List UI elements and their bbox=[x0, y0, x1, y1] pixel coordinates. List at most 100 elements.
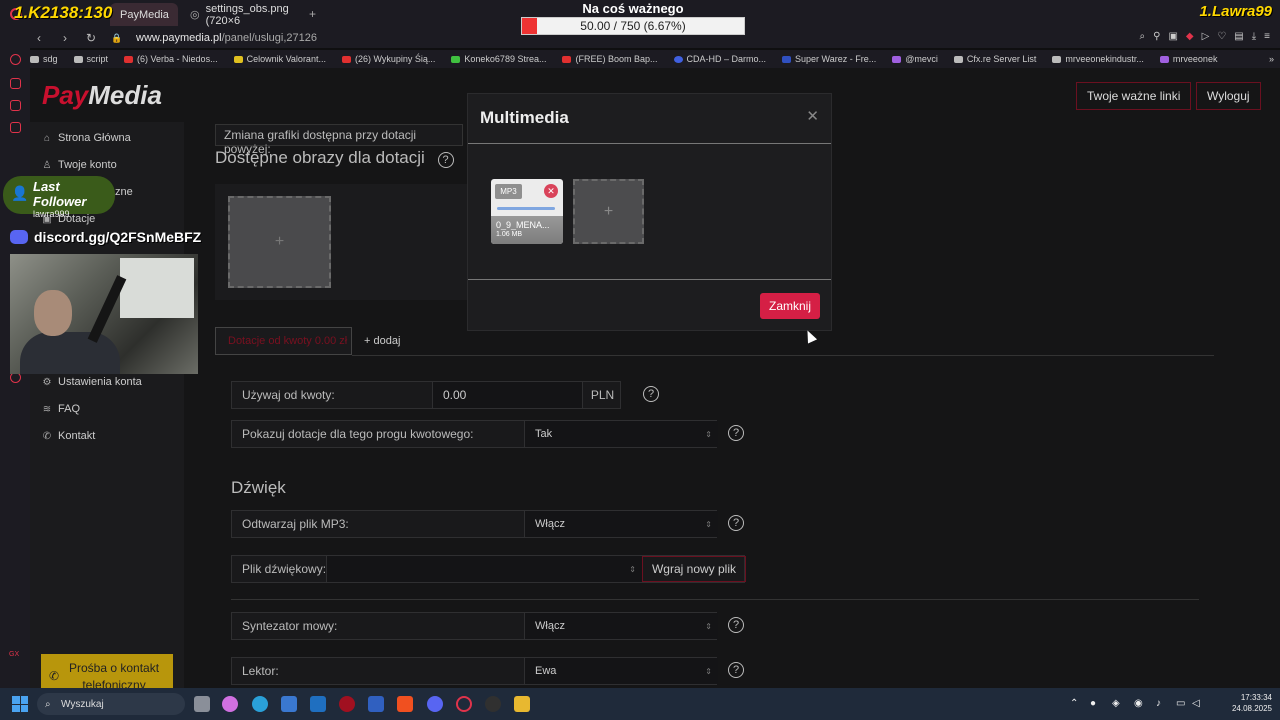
taskbar-search[interactable]: ⌕ Wyszukaj bbox=[37, 693, 185, 715]
play-icon[interactable]: ▷ bbox=[1202, 31, 1210, 42]
close-icon[interactable]: ✕ bbox=[806, 107, 819, 125]
close-modal-button[interactable]: Zamknij bbox=[760, 293, 820, 319]
upload-file-button[interactable]: Wgraj nowy plik bbox=[642, 556, 746, 582]
zoom-icon[interactable]: ⌕ bbox=[1140, 31, 1146, 42]
copilot-icon[interactable] bbox=[222, 696, 238, 712]
add-file-slot[interactable]: + bbox=[573, 179, 644, 244]
edge-icon[interactable] bbox=[252, 696, 268, 712]
outlook-icon[interactable] bbox=[310, 696, 326, 712]
logout-button[interactable]: Wyloguj bbox=[1196, 82, 1261, 110]
menu-icon[interactable]: ≡ bbox=[1264, 31, 1270, 42]
instagram-icon[interactable] bbox=[10, 78, 21, 89]
app-icon[interactable] bbox=[368, 696, 384, 712]
bookmark[interactable]: mrveeonek bbox=[1159, 54, 1217, 64]
bookmark-label: (26) Wykupiny Śią... bbox=[354, 54, 436, 64]
microphone-icon[interactable]: ♪ bbox=[1156, 699, 1166, 709]
bookmark[interactable]: script bbox=[73, 54, 109, 64]
url-field[interactable]: www.paymedia.pl/panel/uslugi,27126 bbox=[136, 32, 317, 44]
store-icon[interactable] bbox=[281, 696, 297, 712]
sidebar-item-settings[interactable]: ⚙ Ustawienia konta bbox=[42, 376, 142, 388]
windows-start-icon[interactable] bbox=[12, 696, 28, 712]
bookmark[interactable]: Koneko6789 Strea... bbox=[451, 54, 546, 64]
toolbar-icons: ⌕ ⚲ ▣ ◆ ▷ ♡ ▤ ⤓ ≡ bbox=[1140, 31, 1270, 42]
tray-app-icon[interactable]: ◈ bbox=[1112, 699, 1122, 709]
bookmark[interactable]: (FREE) Boom Bap... bbox=[562, 54, 658, 64]
webcam-person-body bbox=[20, 332, 120, 374]
sidebar-item-home[interactable]: ⌂ Strona Główna bbox=[42, 132, 131, 144]
add-threshold-tab[interactable]: + dodaj bbox=[364, 327, 400, 355]
bookmark[interactable]: Celownik Valorant... bbox=[233, 54, 326, 64]
shield-icon[interactable]: ◆ bbox=[1186, 31, 1194, 42]
bookmark[interactable]: Cfx.re Server List bbox=[953, 54, 1037, 64]
app-icon[interactable] bbox=[339, 696, 355, 712]
bookmark[interactable]: mrveeonekindustr... bbox=[1052, 54, 1144, 64]
more-bookmarks-icon[interactable]: » bbox=[1269, 54, 1274, 64]
network-icon[interactable]: ▭ bbox=[1176, 699, 1186, 709]
opera-gx-icon[interactable] bbox=[456, 696, 472, 712]
pin-icon[interactable]: ⚲ bbox=[1153, 31, 1160, 42]
camera-icon[interactable]: ▣ bbox=[1168, 31, 1177, 42]
help-icon[interactable]: ? bbox=[728, 617, 744, 633]
tab-settings-obs[interactable]: ◎ settings_obs.png (720×6 bbox=[180, 3, 330, 27]
music-icon[interactable] bbox=[10, 122, 21, 133]
task-view-icon[interactable] bbox=[194, 696, 210, 712]
download-icon[interactable]: ⤓ bbox=[1252, 31, 1256, 42]
select-value: Włącz bbox=[535, 518, 565, 530]
steam-icon[interactable]: ● bbox=[1090, 699, 1100, 709]
reload-icon[interactable]: ↻ bbox=[82, 29, 100, 47]
currency-text: PLN bbox=[590, 388, 615, 402]
sidebar-item-faq[interactable]: ≋ FAQ bbox=[42, 403, 80, 415]
amount-input[interactable]: 0.00 bbox=[432, 382, 582, 408]
volume-icon[interactable]: ◁ bbox=[1192, 699, 1202, 709]
messenger-icon[interactable] bbox=[10, 100, 21, 111]
help-icon[interactable]: ? bbox=[728, 515, 744, 531]
site-icon bbox=[782, 55, 792, 63]
wallet-icon[interactable]: ▤ bbox=[1234, 31, 1243, 42]
chevron-up-icon[interactable]: ⌃ bbox=[1070, 699, 1080, 709]
bookmark[interactable]: @mevci bbox=[892, 54, 938, 64]
threshold-tab[interactable]: Dotacje od kwoty 0.00 zł bbox=[215, 327, 352, 355]
sidebar-item-contact[interactable]: ✆ Kontakt bbox=[42, 430, 96, 442]
obs-icon[interactable] bbox=[485, 696, 501, 712]
sound-file-select[interactable] bbox=[326, 556, 642, 582]
lector-select[interactable]: Ewa bbox=[524, 658, 718, 684]
discord-icon[interactable] bbox=[427, 696, 443, 712]
show-threshold-select[interactable]: Tak bbox=[524, 421, 718, 447]
new-tab-icon[interactable]: + bbox=[309, 7, 316, 21]
add-image-slot[interactable]: + bbox=[228, 196, 331, 288]
bookmark-label: script bbox=[86, 54, 109, 64]
forward-icon[interactable]: › bbox=[56, 29, 74, 47]
discord-tray-icon[interactable]: ◉ bbox=[1134, 699, 1144, 709]
tts-select[interactable]: Włącz bbox=[524, 613, 718, 639]
sidebar-item-partial[interactable]: zne bbox=[115, 186, 133, 198]
logo-media: Media bbox=[88, 80, 162, 110]
file-explorer-icon[interactable] bbox=[514, 696, 530, 712]
bookmark[interactable]: (6) Verba - Niedos... bbox=[124, 54, 218, 64]
brave-icon[interactable] bbox=[397, 696, 413, 712]
help-icon[interactable]: ? bbox=[728, 425, 744, 441]
bookmark[interactable]: CDA-HD – Darmo... bbox=[673, 54, 766, 64]
vpn-icon[interactable] bbox=[10, 54, 21, 65]
show-threshold-row: Pokazuj dotacje dla tego progu kwotowego… bbox=[231, 420, 718, 448]
help-icon[interactable]: ? bbox=[437, 152, 454, 168]
bookmark[interactable]: sdg bbox=[30, 54, 58, 64]
bookmark[interactable]: (26) Wykupiny Śią... bbox=[341, 54, 436, 64]
paymedia-logo[interactable]: PayMedia bbox=[42, 80, 162, 111]
heart-icon[interactable]: ♡ bbox=[1217, 31, 1226, 42]
remove-file-icon[interactable]: ✕ bbox=[544, 184, 558, 198]
help-icon[interactable]: ? bbox=[643, 386, 659, 402]
bookmark-label: mrveeonekindustr... bbox=[1065, 54, 1144, 64]
mp3-file-card[interactable]: MP3 ✕ 0_9_MENA... 1.06 MB bbox=[491, 179, 563, 244]
sidebar-item-account[interactable]: ♙ Twoje konto bbox=[42, 159, 117, 171]
sidebar-item-label: Ustawienia konta bbox=[58, 376, 142, 388]
clock[interactable]: 17:33:34 24.08.2025 bbox=[1232, 692, 1272, 714]
play-mp3-select[interactable]: Włącz bbox=[524, 511, 718, 537]
important-links-button[interactable]: Twoje ważne linki bbox=[1076, 82, 1192, 110]
bookmark[interactable]: Super Warez - Fre... bbox=[782, 54, 876, 64]
heading-text: Dostępne obrazy dla dotacji bbox=[215, 148, 425, 167]
back-icon[interactable]: ‹ bbox=[30, 29, 48, 47]
bookmark-label: Cfx.re Server List bbox=[966, 54, 1037, 64]
help-icon[interactable]: ? bbox=[728, 662, 744, 678]
bookmark-label: (6) Verba - Niedos... bbox=[137, 54, 218, 64]
tab-paymedia[interactable]: PayMedia bbox=[110, 3, 178, 26]
